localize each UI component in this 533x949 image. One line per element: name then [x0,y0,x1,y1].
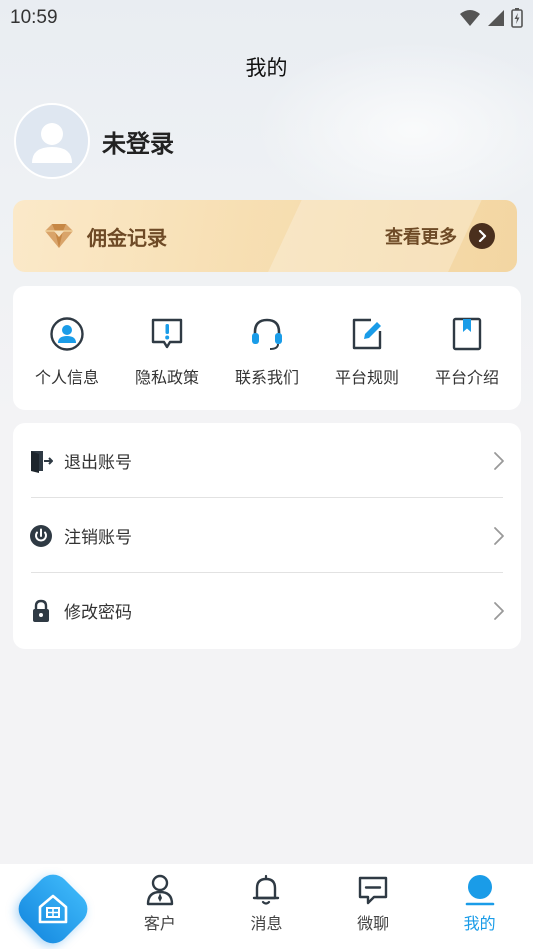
lock-icon [29,599,53,623]
home-button[interactable] [12,867,95,949]
default-avatar-icon [32,123,72,163]
view-more-label: 查看更多 [385,227,457,248]
chevron-right-icon [494,526,504,545]
diamond-icon [45,224,73,248]
login-status-label[interactable]: 未登录 [102,124,174,159]
quick-action-label: 个人信息 [34,368,99,387]
status-bar: 10:59 [0,0,533,36]
menu-row-change-password[interactable]: 修改密码 [13,573,521,648]
menu-row-label: 修改密码 [64,603,132,623]
commission-title: 佣金记录 [87,225,167,250]
tab-customers[interactable]: 客户 [107,864,213,934]
quick-action-label: 平台介绍 [434,368,499,387]
status-time: 10:59 [10,7,58,28]
battery-icon [511,8,523,28]
signal-icon [488,10,504,26]
menu-row-label: 退出账号 [64,453,132,473]
view-more-link[interactable]: 查看更多 [385,223,495,249]
customer-icon [146,874,174,906]
tab-label: 微聊 [357,914,390,933]
menu-row-logout[interactable]: 退出账号 [13,423,521,498]
bell-icon [253,874,280,905]
exit-door-icon [29,449,53,473]
status-icons [459,8,523,28]
edit-note-icon [349,316,385,352]
chat-icon [358,876,388,905]
menu-row-label: 注销账号 [64,528,132,548]
tab-profile[interactable]: 我的 [427,864,533,934]
tab-label-active: 我的 [463,914,496,933]
tab-label: 消息 [250,914,283,933]
account-menu-card: 退出账号 注销账号 修改密码 [13,423,521,649]
quick-action-privacy-policy[interactable]: 隐私政策 [117,286,217,410]
page-title: 我的 [245,56,288,80]
menu-row-deactivate[interactable]: 注销账号 [13,498,521,573]
quick-action-label: 联系我们 [234,368,299,387]
power-icon [29,524,53,548]
profile-section[interactable]: 未登录 [14,103,174,179]
quick-action-platform-intro[interactable]: 平台介绍 [417,286,517,410]
quick-action-label: 隐私政策 [134,368,199,387]
home-icon [38,894,68,924]
bottom-tab-bar: 客户 消息 微聊 我的 [0,864,533,949]
chevron-right-icon [494,601,504,620]
avatar[interactable] [14,103,90,179]
exclamation-chat-icon [149,316,185,352]
chevron-right-icon [494,451,504,470]
tab-messages[interactable]: 消息 [213,864,319,934]
quick-actions-card: 个人信息 隐私政策 联系我们 平台规则 平台介绍 [13,286,521,410]
profile-icon [465,875,494,906]
quick-action-personal-info[interactable]: 个人信息 [17,286,117,410]
commission-banner[interactable]: 佣金记录 查看更多 [13,200,517,272]
quick-action-platform-rules[interactable]: 平台规则 [317,286,417,410]
tab-home[interactable] [0,864,106,949]
bookmark-icon [449,316,485,352]
headset-icon [249,316,285,352]
wifi-icon [460,10,480,26]
quick-action-label: 平台规则 [334,368,399,387]
user-circle-icon [49,316,85,352]
tab-label: 客户 [143,914,176,933]
arrow-circle-icon [469,223,495,249]
quick-action-contact-us[interactable]: 联系我们 [217,286,317,410]
tab-chat[interactable]: 微聊 [320,864,426,934]
